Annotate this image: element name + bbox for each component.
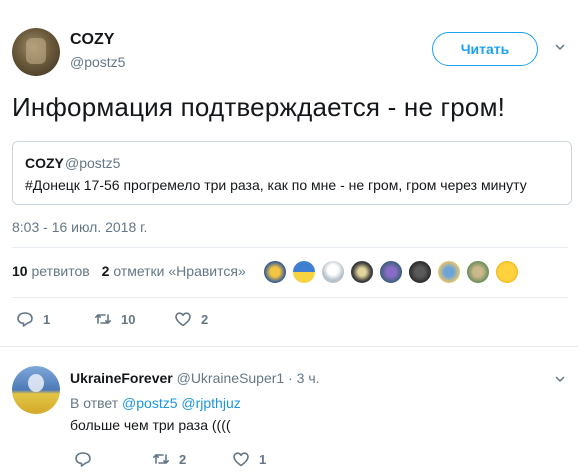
reply-author-name[interactable]: UkraineForever xyxy=(70,370,173,386)
tweet-text: Информация подтверждается - не гром! xyxy=(12,92,506,122)
reply-author-line: UkraineForever @UkraineSuper1 · 3 ч. xyxy=(70,370,320,386)
retweet-count: 10 xyxy=(121,311,136,327)
like-count: 2 xyxy=(201,311,209,327)
liker-avatar[interactable] xyxy=(350,260,374,284)
divider xyxy=(12,247,568,248)
retweet-icon xyxy=(153,454,169,464)
likes-label[interactable]: отметки «Нравится» xyxy=(113,263,245,279)
replying-to: В ответ @postz5 @rjpthjuz xyxy=(70,395,241,411)
quote-author-name: COZY xyxy=(25,155,64,171)
retweet-button[interactable]: 10 xyxy=(94,310,135,328)
reply-time[interactable]: · 3 ч. xyxy=(288,370,319,386)
liker-avatar[interactable] xyxy=(379,260,403,284)
retweet-button[interactable]: 2 xyxy=(152,450,186,468)
author-name[interactable]: COZY xyxy=(70,31,114,49)
liker-avatar[interactable] xyxy=(466,260,490,284)
engagement-stats: 10 ретвитов 2 отметки «Нравится» xyxy=(12,263,246,279)
divider xyxy=(0,346,578,347)
liker-avatar[interactable] xyxy=(408,260,432,284)
reply-button[interactable] xyxy=(74,450,101,468)
reply-mention[interactable]: @postz5 xyxy=(122,395,177,411)
like-icon xyxy=(175,312,191,327)
chevron-down-icon[interactable] xyxy=(555,42,565,52)
reply-text: больше чем три раза (((( xyxy=(70,417,231,433)
divider xyxy=(12,297,568,298)
liker-avatar[interactable] xyxy=(321,260,345,284)
liker-avatar[interactable] xyxy=(437,260,461,284)
reply-button[interactable]: 1 xyxy=(16,310,50,328)
like-button[interactable]: 2 xyxy=(174,310,208,328)
likes-count[interactable]: 2 xyxy=(102,263,110,279)
liker-avatar[interactable] xyxy=(292,260,316,284)
tweet-timestamp[interactable]: 8:03 - 16 июл. 2018 г. xyxy=(12,219,147,235)
quoted-tweet[interactable]: COZY @postz5 #Донецк 17-56 прогремело тр… xyxy=(12,141,572,205)
follow-button[interactable]: Читать xyxy=(432,32,538,66)
quote-text: #Донецк 17-56 прогремело три раза, как п… xyxy=(25,177,527,193)
quote-author-handle: @postz5 xyxy=(65,155,121,171)
liker-avatar[interactable] xyxy=(263,260,287,284)
liker-avatar[interactable] xyxy=(495,260,519,284)
retweet-icon xyxy=(95,314,111,324)
author-avatar[interactable] xyxy=(12,28,60,76)
like-button[interactable]: 1 xyxy=(232,450,266,468)
chevron-down-icon[interactable] xyxy=(555,374,565,384)
like-count: 1 xyxy=(259,451,267,467)
author-handle[interactable]: @postz5 xyxy=(70,54,125,70)
reply-author-handle[interactable]: @UkraineSuper1 xyxy=(177,370,285,386)
reply-author-avatar[interactable] xyxy=(12,366,60,414)
reply-icon xyxy=(17,312,33,327)
reply-icon xyxy=(75,452,91,467)
retweet-count: 2 xyxy=(179,451,187,467)
reply-mention[interactable]: @rjpthjuz xyxy=(181,395,240,411)
reply-count: 1 xyxy=(43,311,51,327)
reply-prefix: В ответ xyxy=(70,395,119,411)
retweets-label[interactable]: ретвитов xyxy=(31,263,89,279)
like-icon xyxy=(233,452,249,467)
retweets-count[interactable]: 10 xyxy=(12,263,28,279)
